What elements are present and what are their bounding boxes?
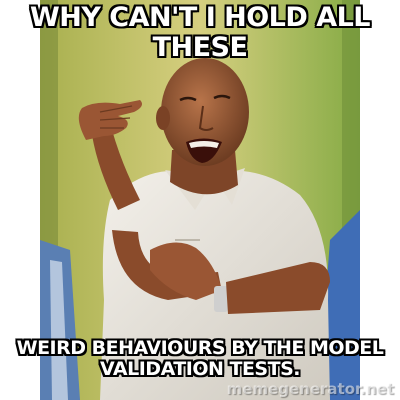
bottom-caption: WEIRD BEHAVIOURS BY THE MODEL VALIDATION… — [16, 336, 385, 381]
top-caption: WHY CAN'T I HOLD ALL THESE — [29, 1, 372, 64]
watermark: memegenerator.net — [226, 380, 394, 398]
wristwatch — [214, 286, 228, 312]
meme-image: WHY CAN'T I HOLD ALL THESE WEIRD BEHAVIO… — [0, 0, 400, 400]
